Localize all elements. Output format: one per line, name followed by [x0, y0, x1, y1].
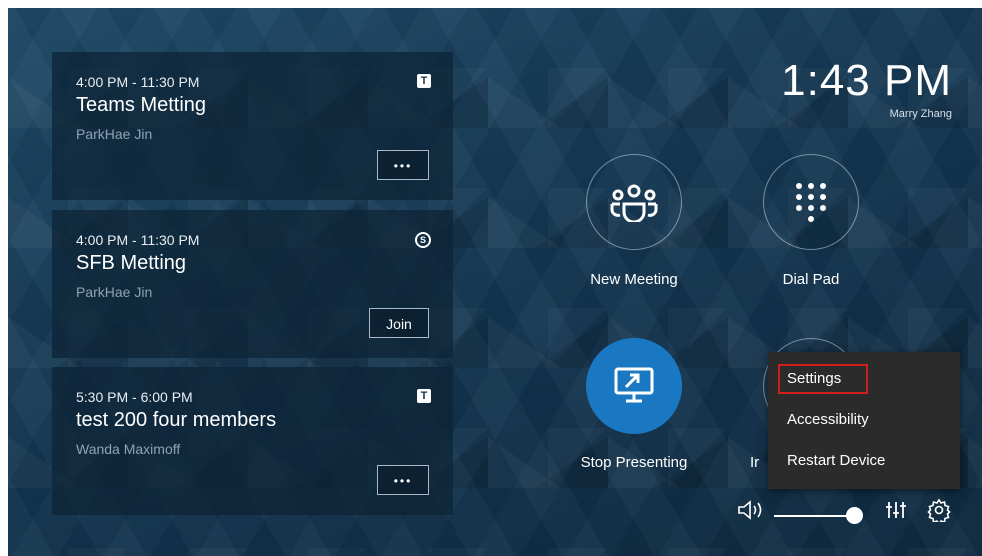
skype-icon: S — [415, 232, 431, 248]
gear-icon[interactable] — [927, 498, 951, 522]
meeting-title: SFB Metting — [76, 252, 187, 274]
audio-settings-icon[interactable] — [886, 500, 906, 520]
new-meeting-button[interactable] — [586, 154, 682, 250]
meeting-organizer: ParkHae Jin — [76, 284, 153, 300]
user-name: Marry Zhang — [889, 108, 952, 120]
dialpad-icon — [796, 183, 826, 222]
stop-presenting-button[interactable] — [586, 338, 682, 434]
menu-item-accessibility[interactable]: Accessibility — [778, 405, 950, 435]
join-button[interactable]: Join — [369, 308, 429, 338]
meeting-card[interactable]: 5:30 PM - 6:00 PM test 200 four members … — [52, 367, 453, 515]
dial-pad-label: Dial Pad — [782, 271, 840, 288]
menu-item-settings[interactable]: Settings — [778, 364, 868, 394]
menu-item-restart-device[interactable]: Restart Device — [778, 446, 950, 476]
room-console-screen: 4:00 PM - 11:30 PM Teams Metting ParkHae… — [8, 8, 982, 556]
more-options-button[interactable]: ••• — [377, 150, 429, 180]
dial-pad-button[interactable] — [763, 154, 859, 250]
meeting-time: 4:00 PM - 11:30 PM — [76, 74, 200, 90]
meeting-title: Teams Metting — [76, 94, 207, 116]
meeting-title: test 200 four members — [76, 409, 277, 431]
volume-slider-track[interactable] — [774, 515, 854, 517]
teams-icon: T — [417, 389, 431, 403]
partial-tile-label: Ir — [750, 454, 760, 471]
stop-presenting-label: Stop Presenting — [580, 454, 688, 471]
volume-slider-thumb[interactable] — [846, 507, 863, 524]
new-meeting-label: New Meeting — [590, 271, 678, 288]
meeting-time: 4:00 PM - 11:30 PM — [76, 232, 200, 248]
volume-icon[interactable] — [736, 500, 766, 520]
meeting-time: 5:30 PM - 6:00 PM — [76, 389, 193, 405]
meeting-organizer: ParkHae Jin — [76, 126, 153, 142]
clock-time: 1:43 PM — [781, 56, 952, 105]
people-icon — [610, 184, 658, 222]
teams-icon: T — [417, 74, 431, 88]
meeting-card[interactable]: 4:00 PM - 11:30 PM SFB Metting ParkHae J… — [52, 210, 453, 358]
meeting-card[interactable]: 4:00 PM - 11:30 PM Teams Metting ParkHae… — [52, 52, 453, 200]
screen-share-icon — [614, 367, 654, 403]
settings-menu: Settings Accessibility Restart Device — [768, 352, 960, 489]
meeting-organizer: Wanda Maximoff — [76, 441, 181, 457]
more-options-button[interactable]: ••• — [377, 465, 429, 495]
